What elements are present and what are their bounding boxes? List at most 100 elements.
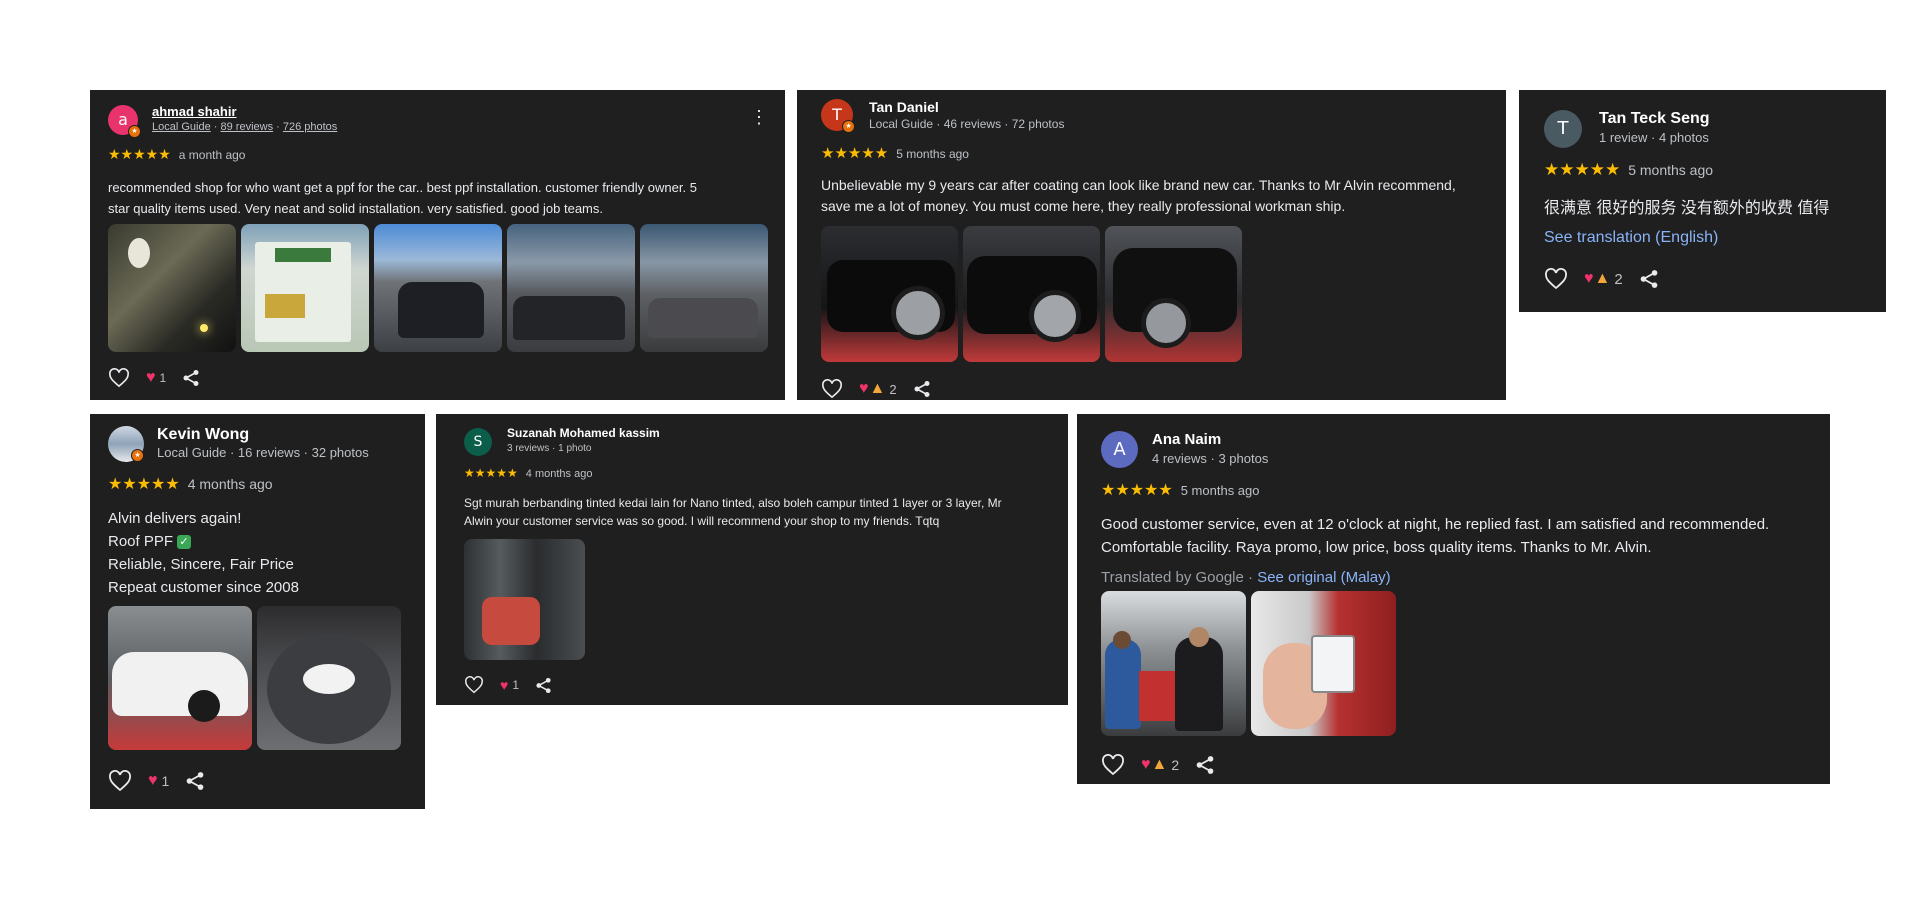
reactions[interactable]: ♥ ▲ 2 [1141,756,1179,774]
reactions[interactable]: ♥ 1 [500,677,519,693]
review-card-ana-naim: A Ana Naim 4 reviews · 3 photos ★★★★★ 5 m… [1077,414,1830,784]
review-date: 5 months ago [1180,483,1260,498]
share-button[interactable] [1195,755,1215,775]
share-button[interactable] [535,677,552,694]
star-rating: ★★★★★ 5 months ago [821,144,969,162]
share-icon [186,772,204,790]
review-text-line: star quality items used. Very neat and s… [108,201,603,216]
avatar[interactable]: S [464,428,492,456]
review-photo[interactable] [821,226,958,362]
like-button[interactable] [108,770,132,792]
reviewer-meta: Local Guide · 46 reviews · 72 photos [869,117,1065,131]
review-date: 4 months ago [187,476,273,492]
review-actions: ♥ 1 [108,368,200,388]
check-mark-icon: ✓ [177,535,192,550]
photos-count-link[interactable]: 726 photos [283,121,337,133]
review-photo[interactable] [1251,591,1396,736]
share-icon [536,677,551,693]
like-button[interactable] [1544,268,1568,290]
avatar[interactable]: T [1544,110,1582,148]
heart-reaction-icon: ♥ [1584,270,1594,287]
review-date: 4 months ago [525,468,593,480]
pray-reaction-icon: ▲ [1594,270,1611,287]
review-card-kevin-wong: ★ Kevin Wong Local Guide · 16 reviews · … [90,414,425,809]
review-photo[interactable] [963,226,1100,362]
share-icon [1640,270,1658,288]
avatar[interactable]: A [1101,431,1138,468]
reaction-count: 1 [512,678,519,692]
heart-outline-icon [1102,754,1124,776]
local-guide-badge-icon: ★ [131,449,144,462]
review-photo[interactable] [464,539,585,660]
more-vert-icon[interactable]: ⋮ [750,108,768,126]
review-photo[interactable] [1105,226,1242,362]
reviewer-name[interactable]: Kevin Wong [157,426,249,444]
review-text: 很满意 很好的服务 没有额外的收费 值得 [1544,200,1830,217]
review-text-line: Good customer service, even at 12 o'cloc… [1101,516,1770,533]
local-guide-badge-icon: ★ [842,120,855,133]
review-text-line: Alvin delivers again! [108,510,242,527]
share-button[interactable] [182,369,200,387]
review-actions: ♥ ▲ 2 [1101,754,1215,776]
review-photos [464,539,585,660]
review-photo[interactable] [108,224,236,352]
reviewer-meta: 1 review · 4 photos [1599,130,1709,145]
review-photo[interactable] [241,224,369,352]
review-photos [821,226,1242,362]
review-photo[interactable] [257,606,401,750]
heart-outline-icon [1545,268,1567,290]
reactions[interactable]: ♥ ▲ 2 [1584,270,1623,288]
heart-reaction-icon: ♥ [1141,756,1151,773]
star-rating: ★★★★★ 4 months ago [108,474,273,494]
review-card-tan-daniel: T ★ Tan Daniel Local Guide · 46 reviews … [797,90,1506,400]
review-text: Good customer service, even at 12 o'cloc… [1101,513,1769,559]
star-rating: ★★★★★ 4 months ago [464,466,592,480]
local-guide-link[interactable]: Local Guide [152,121,211,133]
share-button[interactable] [913,380,931,398]
reviews-count-link[interactable]: 89 reviews [221,121,274,133]
review-photo[interactable] [1101,591,1246,736]
like-button[interactable] [464,676,484,694]
share-button[interactable] [185,771,205,791]
pray-reaction-icon: ▲ [1151,756,1168,773]
see-original-link[interactable]: See original (Malay) [1257,569,1390,586]
review-photo[interactable] [640,224,768,352]
heart-outline-icon [822,379,842,399]
reviewer-name[interactable]: Tan Daniel [869,99,939,115]
reactions[interactable]: ♥ ▲ 2 [859,380,897,398]
review-text-line: Repeat customer since 2008 [108,579,299,596]
share-button[interactable] [1639,269,1659,289]
reviewer-name[interactable]: Suzanah Mohamed kassim [507,426,660,440]
heart-reaction-icon: ♥ [500,677,509,693]
stars: ★★★★★ [1101,482,1173,499]
reaction-count: 2 [1614,270,1623,288]
review-text-line: Roof PPF ✓ [108,530,299,553]
review-photo[interactable] [507,224,635,352]
review-text-line: Comfortable facility. Raya promo, low pr… [1101,539,1652,556]
reaction-count: 1 [159,371,167,385]
review-text-line: Unbelievable my 9 years car after coatin… [821,177,1456,193]
reviewer-name[interactable]: Tan Teck Seng [1599,110,1710,128]
review-text: Unbelievable my 9 years car after coatin… [821,175,1456,217]
review-photos [108,224,768,352]
review-date: a month ago [178,148,246,162]
reviewer-meta: Local Guide · 89 reviews · 726 photos [152,121,338,133]
reviewer-meta: Local Guide · 16 reviews · 32 photos [157,445,369,460]
reactions[interactable]: ♥ 1 [146,369,166,387]
like-button[interactable] [821,379,843,399]
review-actions: ♥ ▲ 2 [821,379,931,399]
like-button[interactable] [108,368,130,388]
stars: ★★★★★ [108,476,180,493]
reviewer-meta: 4 reviews · 3 photos [1152,451,1269,466]
review-actions: ♥ 1 [108,770,205,792]
review-photos [1101,591,1396,736]
review-card-ahmad: a ★ ahmad shahir Local Guide · 89 review… [90,90,785,400]
reactions[interactable]: ♥ 1 [148,772,169,790]
reviewer-name[interactable]: ahmad shahir [152,104,237,119]
reviewer-name[interactable]: Ana Naim [1152,431,1221,448]
stars: ★★★★★ [821,145,889,162]
see-translation-link[interactable]: See translation (English) [1544,229,1718,247]
like-button[interactable] [1101,754,1125,776]
review-photo[interactable] [374,224,502,352]
review-photo[interactable] [108,606,252,750]
